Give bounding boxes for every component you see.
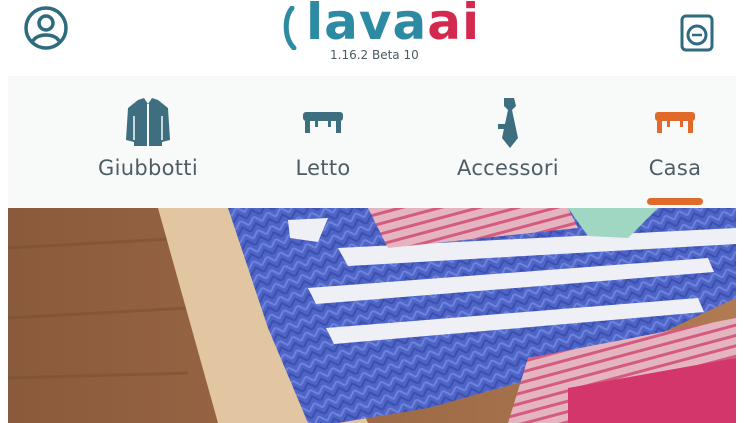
table-icon (655, 112, 695, 133)
brand-wordmark-red: ai (427, 0, 481, 51)
profile-icon[interactable] (22, 4, 70, 52)
active-tab-indicator (647, 198, 703, 205)
brand-wordmark: lavaai (306, 0, 480, 52)
tab-label: Casa (648, 156, 702, 180)
app-screen: lavaai 1.16.2 Beta 10 Giubbotti Letto Ac… (8, 0, 736, 423)
washing-machine-icon[interactable] (680, 14, 714, 52)
app-version: 1.16.2 Beta 10 (330, 48, 419, 62)
category-tabs: Giubbotti Letto Accessori Casa (8, 80, 736, 208)
tab-label: Accessori (457, 156, 559, 180)
tab-accessori[interactable]: Accessori (428, 80, 588, 208)
jacket-icon (126, 98, 170, 146)
bed-icon (303, 112, 343, 133)
tab-letto[interactable]: Letto (258, 80, 388, 208)
tab-label: Giubbotti (98, 156, 198, 180)
tab-label: Letto (295, 156, 351, 180)
tie-icon (498, 98, 518, 148)
tab-casa[interactable]: Casa (620, 80, 730, 208)
hero-image (8, 208, 736, 423)
brand-logo: lavaai 1.16.2 Beta 10 (282, 0, 482, 68)
tab-giubbotti[interactable]: Giubbotti (78, 80, 218, 208)
brand-mark-icon (283, 6, 297, 50)
brand-wordmark-blue: lava (306, 0, 428, 51)
app-header: lavaai 1.16.2 Beta 10 (8, 0, 736, 76)
